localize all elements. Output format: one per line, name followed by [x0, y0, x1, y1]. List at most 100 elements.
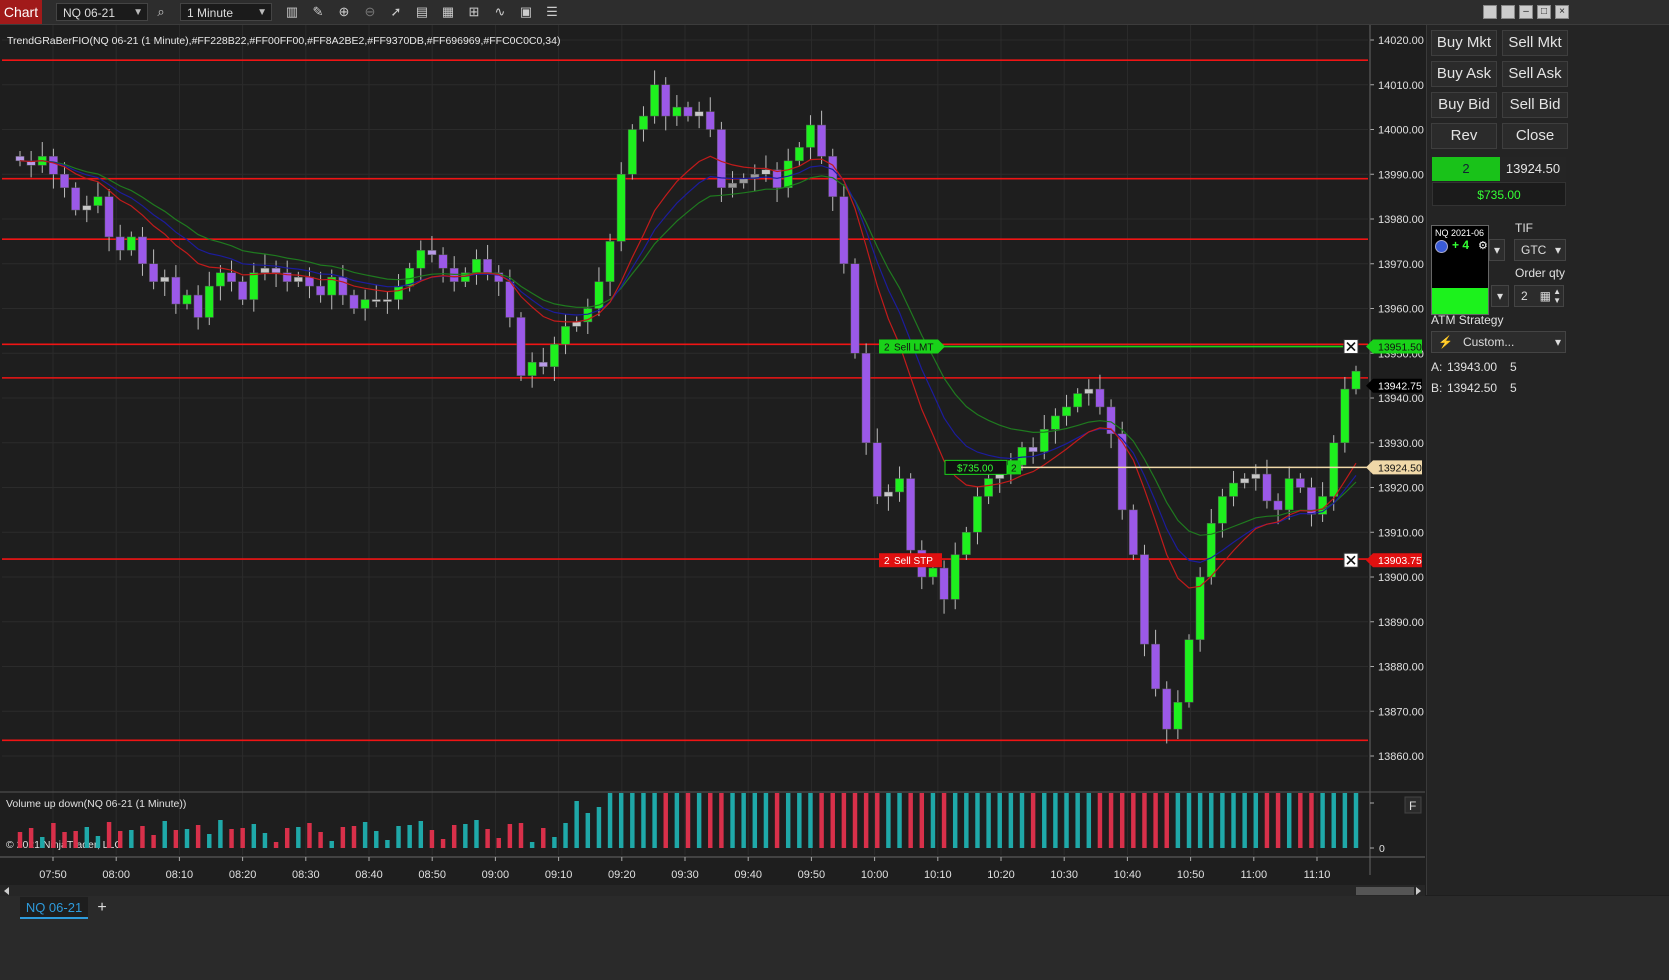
instrument-popup[interactable]: NQ 2021-06 + 4 ⚙	[1431, 225, 1489, 315]
x-axis-tick-label: 10:20	[987, 869, 1015, 881]
buy-bid-button[interactable]: Buy Bid	[1431, 92, 1497, 118]
instrument-selector[interactable]: NQ 06-21 ▼	[56, 3, 148, 21]
candle-body	[338, 276, 348, 296]
sell-market-button[interactable]: Sell Mkt	[1502, 30, 1568, 56]
close-position-button[interactable]: Close	[1502, 123, 1568, 149]
volume-bar	[17, 832, 23, 848]
tif-select[interactable]: GTC ▾	[1514, 239, 1566, 261]
candle-body	[149, 263, 159, 282]
interval-selector[interactable]: 1 Minute ▼	[180, 3, 272, 21]
candle-body	[806, 124, 815, 148]
candle-body	[416, 250, 426, 269]
reverse-button[interactable]: Rev	[1431, 123, 1497, 149]
volume-bar	[1342, 793, 1348, 848]
buy-market-button[interactable]: Buy Mkt	[1431, 30, 1497, 56]
volume-bar	[351, 826, 357, 848]
volume-bar	[1275, 793, 1281, 848]
account-dropdown[interactable]: ▾	[1491, 285, 1509, 307]
volume-bar	[374, 831, 379, 848]
volume-bar	[1053, 793, 1058, 848]
restore-icon[interactable]	[1501, 5, 1515, 19]
candle-body	[538, 361, 548, 367]
volume-bar	[897, 793, 902, 848]
volume-bar	[1108, 793, 1114, 848]
ask-label: A:	[1431, 360, 1443, 374]
candle-body	[371, 299, 381, 302]
candle-body	[616, 174, 626, 242]
volume-bar	[385, 840, 390, 848]
volume-bar	[975, 793, 980, 848]
scrollbar-thumb[interactable]	[1356, 887, 1414, 895]
maximize-icon[interactable]: □	[1537, 5, 1551, 19]
candle-body	[627, 129, 637, 175]
data-box-icon[interactable]: ▤	[413, 3, 431, 21]
scroll-left-icon[interactable]	[4, 887, 9, 895]
pointer-icon[interactable]: ➚	[387, 3, 405, 21]
candle-body	[382, 299, 392, 302]
tif-value: GTC	[1521, 243, 1547, 257]
y-axis-tick-label: 13890.00	[1378, 617, 1424, 629]
x-axis-tick-label: 08:10	[166, 869, 194, 881]
instrument-dropdown[interactable]: ▾	[1489, 239, 1505, 261]
object-list-icon[interactable]: ☰	[543, 3, 561, 21]
instrument-popup-value: + 4	[1452, 238, 1470, 252]
stepper-icon[interactable]: ▲ ▼	[1553, 287, 1561, 305]
volume-bar	[329, 841, 334, 848]
price-chart[interactable]: 14020.00 14010.00 14000.00 13990.00 13980.00…	[0, 25, 1425, 895]
candle-body	[1262, 473, 1272, 502]
chevron-down-icon: ▼	[133, 7, 143, 18]
chevron-down-icon: ▾	[1493, 243, 1501, 257]
indicators-icon[interactable]: ∿	[491, 3, 509, 21]
volume-bar	[362, 822, 368, 848]
candle-body	[872, 442, 882, 497]
order-qty-input[interactable]: 2 ▦ ▲ ▼	[1514, 285, 1564, 307]
chevron-down-icon: ▾	[1554, 335, 1561, 349]
chart-panel[interactable]: 14020.00 14010.00 14000.00 13990.00 13980.00…	[0, 25, 1425, 895]
zoom-in-icon[interactable]: ⊕	[335, 3, 353, 21]
gear-icon[interactable]: ⚙	[1478, 239, 1488, 252]
tab-nq-06-21[interactable]: NQ 06-21	[20, 897, 88, 919]
volume-bar	[1331, 793, 1336, 848]
properties-icon[interactable]: ▦	[439, 3, 457, 21]
minimize-icon[interactable]	[1483, 5, 1497, 19]
sell-ask-button[interactable]: Sell Ask	[1502, 61, 1568, 87]
strategies-icon[interactable]: ⊞	[465, 3, 483, 21]
x-axis-tick-label: 10:40	[1114, 869, 1142, 881]
y-axis-tick-label: 13980.00	[1378, 214, 1424, 226]
maximize-icon[interactable]: –	[1519, 5, 1533, 19]
y-axis-tick-label: 14000.00	[1378, 125, 1424, 137]
buy-ask-button[interactable]: Buy Ask	[1431, 61, 1497, 87]
sell-bid-button[interactable]: Sell Bid	[1502, 92, 1568, 118]
close-icon[interactable]: ×	[1555, 5, 1569, 19]
candle-body	[305, 276, 314, 287]
candle-body	[115, 236, 125, 251]
position-quantity: 2	[1432, 157, 1500, 181]
volume-bar	[841, 793, 847, 848]
candle-body	[839, 196, 849, 264]
x-axis-tick-label: 08:50	[418, 869, 446, 881]
atm-strategy-select[interactable]: ⚡ Custom... ▾	[1431, 331, 1566, 353]
volume-bar	[618, 793, 624, 848]
volume-bar	[1097, 793, 1103, 848]
add-tab-button[interactable]: +	[92, 898, 112, 918]
x-axis-tick-label: 11:10	[1304, 869, 1331, 881]
draw-tool-icon[interactable]: ✎	[309, 3, 327, 21]
volume-bar	[84, 827, 90, 848]
candle-body	[1028, 446, 1038, 452]
volume-bar	[830, 793, 835, 848]
zoom-out-icon[interactable]: ⊖	[361, 3, 379, 21]
candle-body	[271, 267, 281, 273]
y-axis-tick-label: 14020.00	[1378, 35, 1424, 47]
volume-bar	[173, 830, 179, 848]
templates-icon[interactable]: ▣	[517, 3, 535, 21]
calculator-icon[interactable]: ▦	[1540, 286, 1551, 306]
search-icon[interactable]: ⌕	[152, 3, 170, 21]
candle-body	[1273, 500, 1283, 511]
volume-bar	[552, 837, 557, 848]
bar-style-icon[interactable]: ▥	[283, 3, 301, 21]
candle-body	[1062, 406, 1071, 417]
scroll-right-icon[interactable]	[1416, 887, 1421, 895]
order-qty-label: Order qty	[1515, 266, 1566, 280]
candle-body	[516, 317, 526, 376]
candle-body	[1162, 688, 1172, 730]
